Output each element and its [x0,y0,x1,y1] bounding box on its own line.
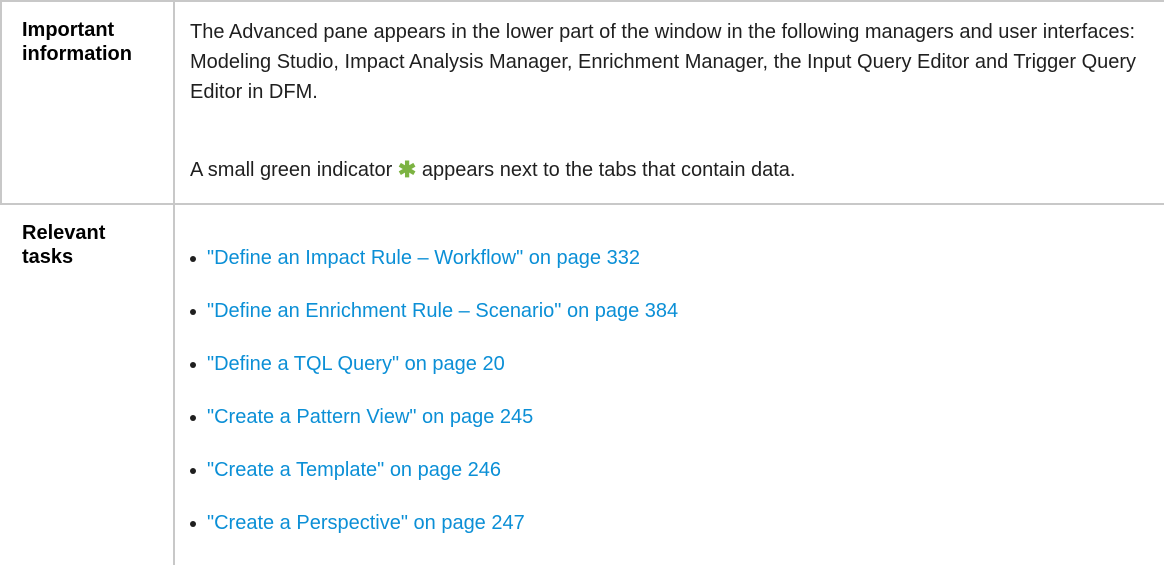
label-line: Important [22,19,115,41]
task-link-enrichment-rule[interactable]: "Define an Enrichment Rule – Scenario" o… [207,296,678,326]
task-link-template[interactable]: "Create a Template" on page 246 [207,455,501,485]
green-asterisk-icon: ✱ [397,157,417,182]
label-line: Relevant [22,222,106,244]
bullet-icon [190,309,196,315]
task-link-pattern-view[interactable]: "Create a Pattern View" on page 245 [207,402,533,432]
bullet-icon [190,415,196,421]
label-line: information [22,43,132,65]
indicator-text-before: A small green indicator [190,159,398,181]
indicator-text-after: appears next to the tabs that contain da… [416,159,796,181]
table-left-border [0,0,2,203]
label-line: tasks [22,246,74,268]
row-label-relevant: Relevant tasks [22,221,105,269]
bullet-icon [190,256,196,262]
row-label-important: Important information [22,18,132,66]
task-link-impact-rule[interactable]: "Define an Impact Rule – Workflow" on pa… [207,243,640,273]
column-divider [173,0,175,565]
info-table: Important information The Advanced pane … [0,0,1164,565]
task-link-tql-query[interactable]: "Define a TQL Query" on page 20 [207,349,505,379]
bullet-icon [190,468,196,474]
bullet-icon [190,521,196,527]
task-link-perspective[interactable]: "Create a Perspective" on page 247 [207,508,525,538]
important-paragraph: The Advanced pane appears in the lower p… [190,21,1137,103]
indicator-paragraph: A small green indicator ✱ appears next t… [190,155,1158,185]
bullet-icon [190,362,196,368]
